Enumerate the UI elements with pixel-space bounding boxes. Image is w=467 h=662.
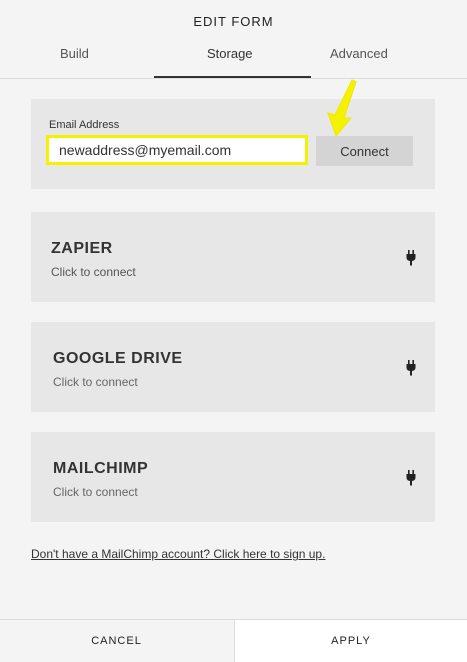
form-header: EDIT FORM Build Storage Advanced <box>0 0 467 79</box>
service-subtitle: Click to connect <box>51 265 136 279</box>
plug-icon <box>406 360 416 376</box>
mailchimp-signup-link[interactable]: Don't have a MailChimp account? Click he… <box>31 547 325 561</box>
service-google-drive[interactable]: GOOGLE DRIVE Click to connect <box>31 322 435 412</box>
service-name: ZAPIER <box>51 240 113 257</box>
service-subtitle: Click to connect <box>53 485 138 499</box>
highlight-arrow-icon <box>327 79 357 137</box>
tab-storage[interactable]: Storage <box>207 46 253 61</box>
service-name: MAILCHIMP <box>53 460 149 477</box>
active-tab-indicator <box>154 76 311 78</box>
service-zapier[interactable]: ZAPIER Click to connect <box>31 212 435 302</box>
email-address-label: Email Address <box>49 119 120 131</box>
service-name: GOOGLE DRIVE <box>53 350 183 367</box>
page-title: EDIT FORM <box>193 14 274 29</box>
plug-icon <box>406 470 416 486</box>
service-subtitle: Click to connect <box>53 375 138 389</box>
email-address-input[interactable] <box>46 135 308 165</box>
cancel-button[interactable]: CANCEL <box>0 620 233 662</box>
plug-icon <box>406 250 416 266</box>
service-mailchimp[interactable]: MAILCHIMP Click to connect <box>31 432 435 522</box>
apply-button[interactable]: APPLY <box>234 620 467 662</box>
email-storage-panel: Email Address Connect <box>31 99 435 189</box>
tab-advanced[interactable]: Advanced <box>330 46 388 61</box>
form-footer: CANCEL APPLY <box>0 619 467 662</box>
tab-build[interactable]: Build <box>60 46 89 61</box>
connect-button[interactable]: Connect <box>316 136 413 166</box>
